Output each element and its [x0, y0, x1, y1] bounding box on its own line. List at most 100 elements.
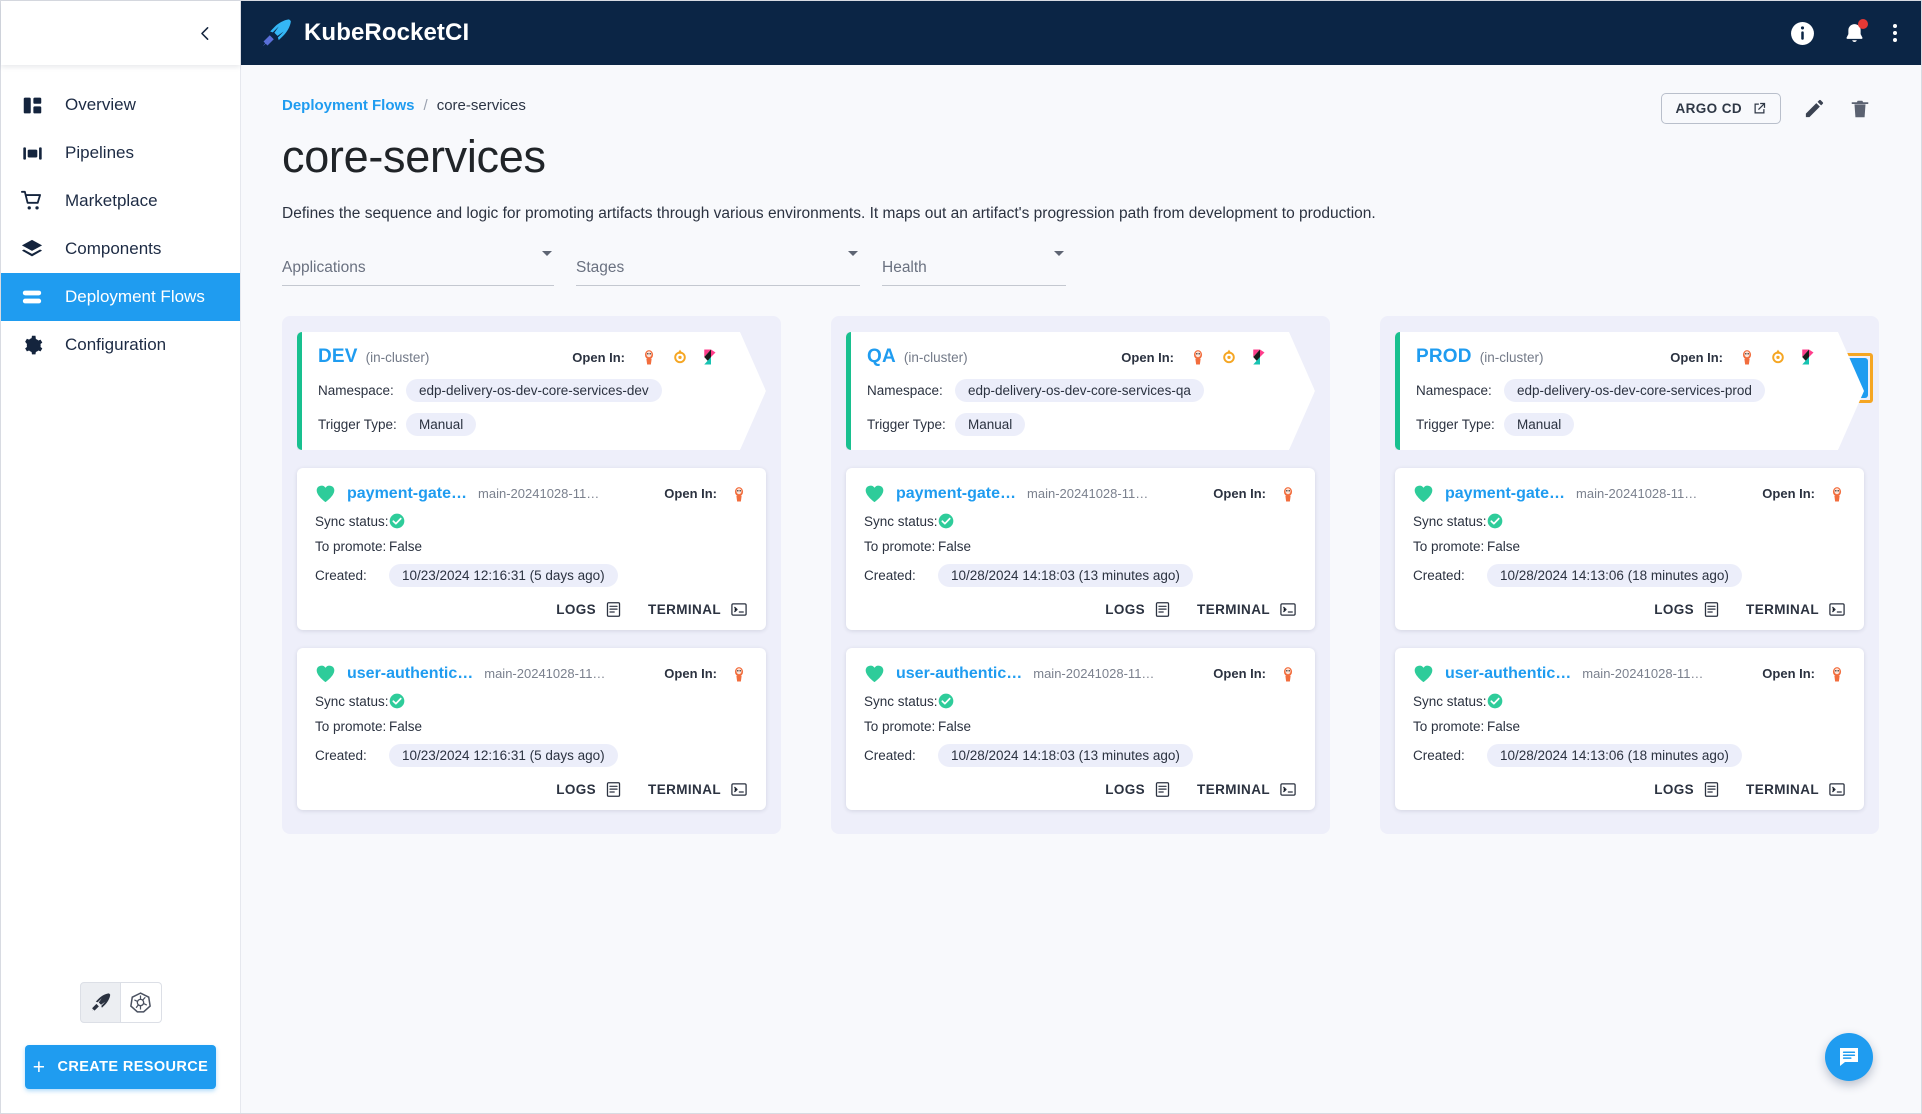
- kiali-icon[interactable]: [1251, 348, 1269, 366]
- deployment-flows-icon: [19, 284, 45, 310]
- terminal-button[interactable]: TERMINAL: [648, 601, 748, 618]
- logs-button[interactable]: LOGS: [556, 601, 622, 618]
- create-resource-button[interactable]: + CREATE RESOURCE: [25, 1045, 216, 1089]
- trigger-type-value: Manual: [406, 413, 476, 436]
- application-name[interactable]: payment-gate…: [896, 485, 1016, 503]
- argocd-icon[interactable]: [1828, 485, 1846, 503]
- argocd-icon[interactable]: [1279, 485, 1297, 503]
- breadcrumb-parent-link[interactable]: Deployment Flows: [282, 97, 415, 114]
- environment-column: QA (in-cluster) Open In: Namespace: edp-…: [831, 316, 1330, 834]
- argocd-icon[interactable]: [640, 348, 658, 366]
- open-in-label: Open In:: [1762, 666, 1815, 681]
- terminal-icon: [731, 603, 747, 616]
- argocd-icon[interactable]: [1738, 348, 1756, 366]
- content-wrapper: Deployment Flows / core-services core-se…: [242, 65, 1921, 834]
- application-name[interactable]: user-authentic…: [1445, 665, 1571, 683]
- logs-button[interactable]: LOGS: [1654, 601, 1720, 618]
- edit-button[interactable]: [1801, 96, 1827, 122]
- application-header: user-authentic… main-20241028-11… Open I…: [1413, 664, 1846, 683]
- terminal-button[interactable]: TERMINAL: [1746, 601, 1846, 618]
- check-circle-icon: [389, 513, 405, 529]
- kiali-icon[interactable]: [1800, 348, 1818, 366]
- sidebar-item-configuration[interactable]: Configuration: [1, 321, 240, 369]
- sync-status-key: Sync status:: [315, 513, 389, 529]
- open-in-label: Open In:: [1213, 486, 1266, 501]
- logs-label: LOGS: [556, 782, 597, 797]
- logs-button[interactable]: LOGS: [1105, 601, 1171, 618]
- sidebar-collapse-icon[interactable]: [192, 20, 218, 46]
- info-icon[interactable]: [1789, 20, 1815, 46]
- kiali-icon[interactable]: [702, 348, 720, 366]
- check-circle-icon: [1487, 513, 1503, 529]
- filter-stages-label: Stages: [576, 259, 625, 276]
- logs-button[interactable]: LOGS: [1654, 781, 1720, 798]
- environment-name[interactable]: QA: [867, 346, 896, 368]
- environment-name[interactable]: PROD: [1416, 346, 1472, 368]
- logs-icon: [606, 782, 621, 797]
- application-name[interactable]: user-authentic…: [347, 665, 473, 683]
- application-version: main-20241028-11…: [1027, 486, 1149, 501]
- terminal-button[interactable]: TERMINAL: [1197, 781, 1297, 798]
- app-root: Overview Pipelines Marketplace Component…: [0, 0, 1922, 1114]
- brand[interactable]: KubeRocketCI: [261, 18, 469, 48]
- filter-applications[interactable]: Applications: [282, 251, 554, 286]
- application-card: user-authentic… main-20241028-11… Open I…: [297, 648, 766, 810]
- application-actions: LOGS TERMINAL: [864, 781, 1297, 798]
- open-in-label: Open In:: [664, 666, 717, 681]
- heart-icon: [1414, 665, 1433, 683]
- terminal-button[interactable]: TERMINAL: [1746, 781, 1846, 798]
- environment-name[interactable]: DEV: [318, 346, 358, 368]
- environment-trigger-row: Trigger Type: Manual: [318, 413, 750, 436]
- delete-button[interactable]: [1847, 96, 1873, 122]
- application-actions: LOGS TERMINAL: [315, 601, 748, 618]
- created-row: Created: 10/23/2024 12:16:31 (5 days ago…: [315, 564, 748, 587]
- argocd-icon[interactable]: [730, 665, 748, 683]
- dashboard-icon: [19, 92, 45, 118]
- view-toggle-group: [1, 982, 240, 1023]
- chat-fab-button[interactable]: [1825, 1033, 1873, 1081]
- trigger-type-key: Trigger Type:: [318, 417, 397, 432]
- terminal-button[interactable]: TERMINAL: [1197, 601, 1297, 618]
- grafana-icon[interactable]: [1769, 348, 1787, 366]
- logs-button[interactable]: LOGS: [1105, 781, 1171, 798]
- view-toggle-kubernetes[interactable]: [120, 982, 162, 1023]
- logs-label: LOGS: [1105, 782, 1146, 797]
- logs-label: LOGS: [1654, 602, 1695, 617]
- environment-namespace-row: Namespace: edp-delivery-os-dev-core-serv…: [318, 379, 750, 402]
- sidebar-item-pipelines[interactable]: Pipelines: [1, 129, 240, 177]
- sidebar-item-marketplace[interactable]: Marketplace: [1, 177, 240, 225]
- application-name[interactable]: payment-gate…: [1445, 485, 1565, 503]
- application-card: user-authentic… main-20241028-11… Open I…: [1395, 648, 1864, 810]
- top-header: KubeRocketCI: [241, 1, 1921, 65]
- sidebar-item-deployment-flows[interactable]: Deployment Flows: [1, 273, 240, 321]
- argocd-icon[interactable]: [730, 485, 748, 503]
- filter-health[interactable]: Health: [882, 251, 1066, 286]
- argocd-icon[interactable]: [1828, 665, 1846, 683]
- argocd-icon[interactable]: [1279, 665, 1297, 683]
- check-circle-icon: [938, 693, 954, 709]
- filter-stages[interactable]: Stages: [576, 251, 860, 286]
- created-row: Created: 10/28/2024 14:13:06 (18 minutes…: [1413, 564, 1846, 587]
- chevron-down-icon: [542, 251, 552, 274]
- application-name[interactable]: payment-gate…: [347, 485, 467, 503]
- terminal-button[interactable]: TERMINAL: [648, 781, 748, 798]
- grafana-icon[interactable]: [1220, 348, 1238, 366]
- view-toggle-rocket[interactable]: [79, 982, 121, 1023]
- argocd-icon[interactable]: [1189, 348, 1207, 366]
- to-promote-key: To promote:: [315, 539, 387, 554]
- trigger-type-key: Trigger Type:: [1416, 417, 1495, 432]
- argo-cd-button[interactable]: ARGO CD: [1661, 93, 1781, 124]
- application-name[interactable]: user-authentic…: [896, 665, 1022, 683]
- application-header: payment-gate… main-20241028-11… Open In:: [315, 484, 748, 503]
- to-promote-value: False: [389, 719, 423, 734]
- to-promote-key: To promote:: [1413, 539, 1485, 554]
- grafana-icon[interactable]: [671, 348, 689, 366]
- sync-status-key: Sync status:: [864, 513, 938, 529]
- logs-button[interactable]: LOGS: [556, 781, 622, 798]
- sidebar-item-components[interactable]: Components: [1, 225, 240, 273]
- page-description: Defines the sequence and logic for promo…: [282, 205, 1376, 222]
- kubernetes-icon: [130, 992, 151, 1013]
- notifications-bell-icon[interactable]: [1841, 19, 1868, 46]
- kebab-menu-icon[interactable]: [1893, 24, 1897, 42]
- sidebar-item-overview[interactable]: Overview: [1, 81, 240, 129]
